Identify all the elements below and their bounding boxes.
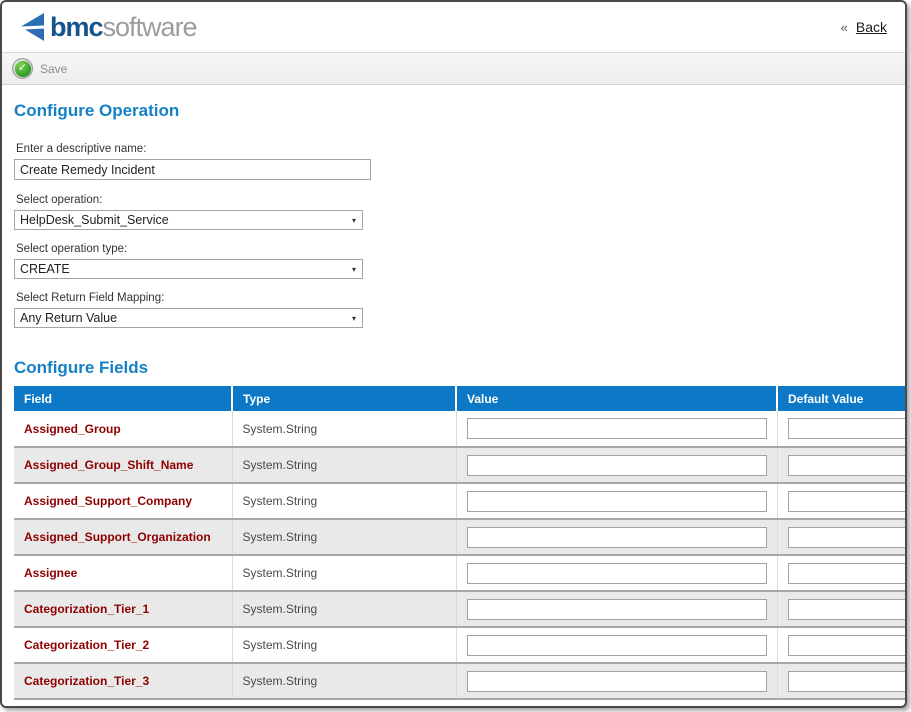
table-row: Categorization_Tier_1 System.String: [14, 591, 907, 627]
value-input[interactable]: [467, 455, 767, 476]
field-value-cell: [456, 519, 777, 555]
field-type-cell: System.String: [232, 411, 456, 447]
field-type-cell: System.String: [232, 555, 456, 591]
dropdown-caret-icon: ▾: [352, 216, 356, 225]
field-default-cell: [777, 591, 907, 627]
field-type-cell: System.String: [232, 483, 456, 519]
field-value-cell: [456, 663, 777, 699]
default-value-input[interactable]: [788, 527, 908, 548]
field-default-cell: [777, 447, 907, 483]
field-value-cell: [456, 627, 777, 663]
toolbar: ✓ Save: [2, 53, 905, 85]
default-value-input[interactable]: [788, 671, 908, 692]
column-header-type: Type: [232, 386, 456, 411]
dropdown-caret-icon: ▾: [352, 265, 356, 274]
header: bmcsoftware « Back: [2, 2, 905, 53]
dropdown-caret-icon: ▾: [352, 314, 356, 323]
default-value-input[interactable]: [788, 418, 908, 439]
field-type-cell: System.String: [232, 519, 456, 555]
field-default-cell: [777, 519, 907, 555]
field-name-cell: Assignee: [14, 555, 232, 591]
back-link[interactable]: Back: [856, 19, 887, 35]
operation-label: Select operation:: [16, 194, 905, 206]
descriptive-name-input[interactable]: [14, 159, 371, 180]
value-input[interactable]: [467, 527, 767, 548]
field-default-cell: [777, 555, 907, 591]
value-input[interactable]: [467, 418, 767, 439]
return-mapping-label: Select Return Field Mapping:: [16, 292, 905, 304]
field-value-cell: [456, 447, 777, 483]
operation-select[interactable]: HelpDesk_Submit_Service ▾: [14, 210, 363, 230]
default-value-input[interactable]: [788, 491, 908, 512]
fields-table-header-row: Field Type Value Default Value: [14, 386, 907, 411]
bmc-logo: bmcsoftware: [16, 12, 197, 43]
field-type-cell: System.String: [232, 663, 456, 699]
field-name-cell: Assigned_Support_Company: [14, 483, 232, 519]
field-name-cell: Assigned_Group: [14, 411, 232, 447]
return-mapping-select-value: Any Return Value: [20, 311, 117, 325]
page-title: Configure Operation: [14, 101, 905, 121]
fields-section-title: Configure Fields: [14, 358, 905, 378]
app-window: bmcsoftware « Back ✓ Save Configure Oper…: [0, 0, 907, 708]
back-chevron-icon: «: [841, 20, 848, 35]
field-name-cell: Assigned_Group_Shift_Name: [14, 447, 232, 483]
default-value-input[interactable]: [788, 635, 908, 656]
default-value-input[interactable]: [788, 455, 908, 476]
operation-type-select-value: CREATE: [20, 262, 70, 276]
table-row: Assigned_Support_Company System.String: [14, 483, 907, 519]
operation-select-value: HelpDesk_Submit_Service: [20, 213, 169, 227]
field-name-cell: Categorization_Tier_2: [14, 627, 232, 663]
table-row: Assigned_Group System.String: [14, 411, 907, 447]
column-header-field: Field: [14, 386, 232, 411]
operation-type-label: Select operation type:: [16, 243, 905, 255]
content: Configure Operation Enter a descriptive …: [2, 85, 905, 700]
default-value-input[interactable]: [788, 563, 908, 584]
column-header-default: Default Value: [777, 386, 907, 411]
value-input[interactable]: [467, 671, 767, 692]
field-default-cell: [777, 483, 907, 519]
value-input[interactable]: [467, 563, 767, 584]
bmc-chevron-icon: [16, 12, 46, 42]
field-value-cell: [456, 591, 777, 627]
default-value-input[interactable]: [788, 599, 908, 620]
field-value-cell: [456, 411, 777, 447]
operation-type-select[interactable]: CREATE ▾: [14, 259, 363, 279]
save-button-label: Save: [40, 62, 67, 76]
logo-text: bmcsoftware: [50, 12, 197, 43]
logo-software: software: [103, 12, 197, 42]
value-input[interactable]: [467, 599, 767, 620]
column-header-value: Value: [456, 386, 777, 411]
return-mapping-select[interactable]: Any Return Value ▾: [14, 308, 363, 328]
field-value-cell: [456, 555, 777, 591]
back-area: « Back: [841, 19, 887, 35]
field-name-cell: Categorization_Tier_1: [14, 591, 232, 627]
save-check-icon: ✓: [12, 58, 33, 79]
table-row: Assigned_Group_Shift_Name System.String: [14, 447, 907, 483]
value-input[interactable]: [467, 635, 767, 656]
field-default-cell: [777, 663, 907, 699]
name-label: Enter a descriptive name:: [16, 143, 905, 155]
field-type-cell: System.String: [232, 591, 456, 627]
table-row: Categorization_Tier_3 System.String: [14, 663, 907, 699]
field-value-cell: [456, 483, 777, 519]
table-row: Categorization_Tier_2 System.String: [14, 627, 907, 663]
field-name-cell: Categorization_Tier_3: [14, 663, 232, 699]
logo-bmc: bmc: [50, 12, 103, 42]
field-name-cell: Assigned_Support_Organization: [14, 519, 232, 555]
value-input[interactable]: [467, 491, 767, 512]
table-row: Assignee System.String: [14, 555, 907, 591]
fields-table: Field Type Value Default Value Assigned_…: [14, 386, 907, 700]
field-default-cell: [777, 627, 907, 663]
field-type-cell: System.String: [232, 627, 456, 663]
table-row: Assigned_Support_Organization System.Str…: [14, 519, 907, 555]
field-type-cell: System.String: [232, 447, 456, 483]
save-button[interactable]: ✓ Save: [12, 58, 67, 79]
field-default-cell: [777, 411, 907, 447]
